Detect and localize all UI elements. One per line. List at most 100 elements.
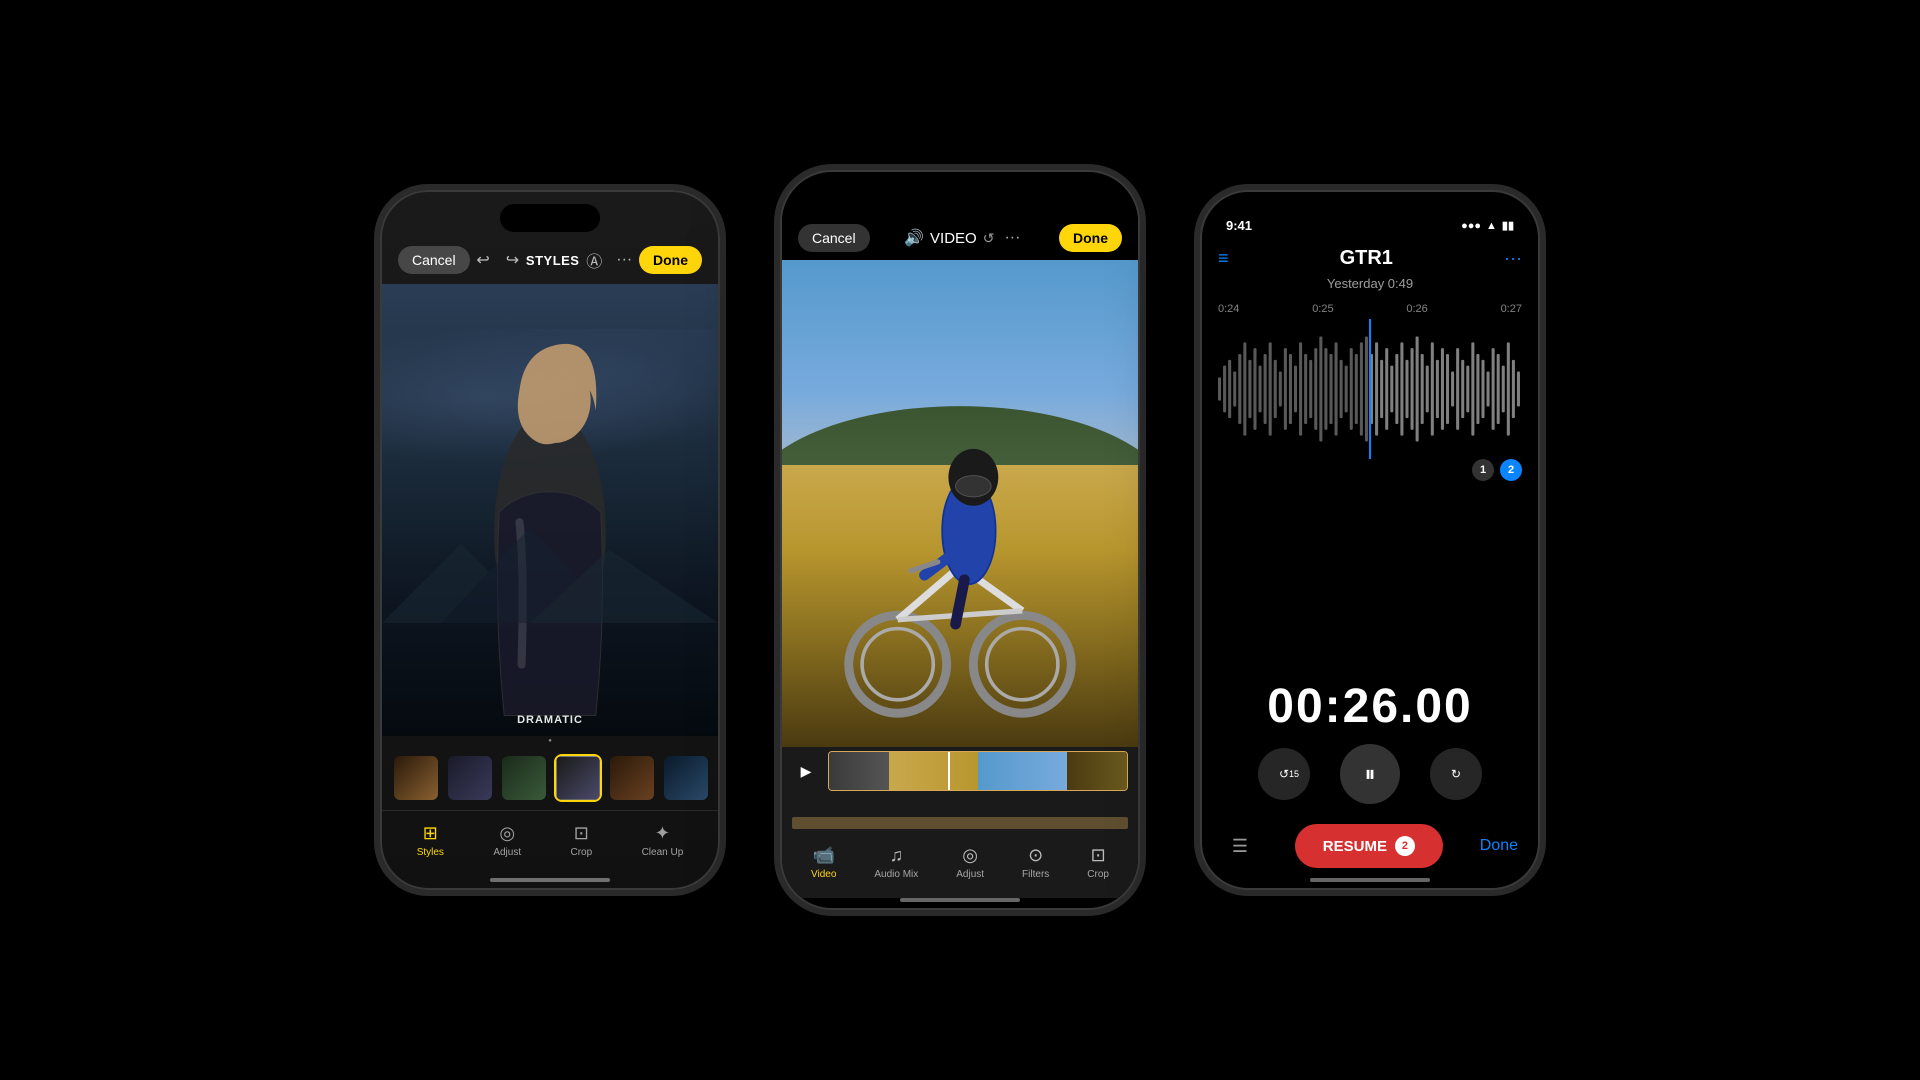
filter-thumb-6[interactable]	[662, 754, 710, 802]
dynamic-island-3	[1320, 204, 1420, 232]
toolbar-adjust-2[interactable]: ◎ Adjust	[948, 841, 992, 884]
timeline-t2: 0:25	[1312, 303, 1333, 315]
wifi-icon: ▲	[1486, 220, 1497, 232]
phone-styles: Cancel ↩ ↪ STYLES Ⓐ ··· Done	[380, 190, 720, 890]
timeline-t3: 0:26	[1406, 303, 1427, 315]
adjust-toolbar-label: Adjust	[493, 847, 521, 858]
transcript-icon[interactable]: ☰	[1222, 828, 1258, 864]
more-options-btn-3[interactable]: ···	[1504, 248, 1522, 269]
undo-button[interactable]: ↩	[472, 246, 493, 274]
home-indicator-2	[900, 898, 1020, 902]
marker-2[interactable]: 2	[1500, 459, 1522, 481]
play-button[interactable]: ▶	[792, 757, 820, 785]
skip-back-button[interactable]: ↺15	[1258, 748, 1310, 800]
cleanup-icon: ✦	[655, 823, 670, 844]
phone1-top-bar: Cancel ↩ ↪ STYLES Ⓐ ··· Done	[382, 236, 718, 284]
scrubber-container[interactable]: document.write('');	[782, 795, 1138, 833]
filter-thumb-3[interactable]	[500, 754, 548, 802]
phone2-top-bar: Cancel 🔊 VIDEO ↺ ··· Done	[782, 216, 1138, 260]
toolbar-crop-2[interactable]: ⊡ Crop	[1079, 841, 1117, 884]
video-toolbar-label: Video	[811, 869, 836, 880]
pause-icon: ⏸	[1364, 761, 1375, 787]
styles-icon: ⊞	[423, 823, 438, 844]
toolbar-cleanup[interactable]: ✦ Clean Up	[634, 819, 692, 862]
crop-toolbar-label-2: Crop	[1087, 869, 1109, 880]
recording-title: GTR1	[1229, 247, 1505, 270]
filters-icon: ⊙	[1028, 845, 1043, 866]
recorder-content: ≡ GTR1 ··· Yesterday 0:49 0:24 0:25 0:26…	[1202, 237, 1538, 878]
filters-toolbar-label: Filters	[1022, 869, 1049, 880]
battery-icon: ▮▮	[1502, 219, 1514, 232]
carousel-indicator: ●	[382, 736, 718, 746]
waveform-timeline-labels: 0:24 0:25 0:26 0:27	[1218, 303, 1522, 315]
adjust-toolbar-label-2: Adjust	[956, 869, 984, 880]
timeline-t4: 0:27	[1501, 303, 1522, 315]
done-button-3[interactable]: Done	[1480, 837, 1518, 855]
pause-button[interactable]: ⏸	[1340, 744, 1400, 804]
resume-badge: 2	[1395, 836, 1415, 856]
bottom-actions: ☰ RESUME 2 Done	[1218, 824, 1522, 868]
filter-thumb-5[interactable]	[608, 754, 656, 802]
crop-icon: ⊡	[574, 823, 589, 844]
more-options-btn-1[interactable]: ···	[612, 244, 636, 276]
mountains	[382, 510, 718, 623]
edit-icon-btn[interactable]: Ⓐ	[582, 244, 606, 276]
cancel-button-1[interactable]: Cancel	[398, 246, 470, 274]
motorcycle-rider	[827, 357, 1094, 722]
recording-header: ≡ GTR1 ···	[1218, 247, 1522, 270]
audio-mix-toolbar-label: Audio Mix	[874, 869, 918, 880]
phone-video: Cancel 🔊 VIDEO ↺ ··· Done	[780, 170, 1140, 910]
filter-thumb-4-selected[interactable]	[554, 754, 602, 802]
toolbar-audio-mix[interactable]: ♫ Audio Mix	[866, 841, 926, 884]
adjust-icon: ◎	[499, 823, 515, 844]
toolbar-filters[interactable]: ⊙ Filters	[1014, 841, 1057, 884]
phones-container: Cancel ↩ ↪ STYLES Ⓐ ··· Done	[0, 0, 1920, 1080]
recording-meta: Yesterday 0:49	[1218, 276, 1522, 291]
marker-1[interactable]: 1	[1472, 459, 1494, 481]
toolbar-styles[interactable]: ⊞ Styles	[409, 819, 452, 862]
done-button-1[interactable]: Done	[639, 246, 702, 274]
filter-carousel[interactable]	[382, 746, 718, 810]
skip-forward-button[interactable]: ↻	[1430, 748, 1482, 800]
filter-thumb-1[interactable]	[392, 754, 440, 802]
waveform-canvas	[1218, 319, 1522, 459]
cleanup-toolbar-label: Clean Up	[642, 847, 684, 858]
home-indicator-1	[490, 878, 610, 882]
playhead	[948, 752, 950, 790]
equalizer-icon[interactable]: ≡	[1218, 248, 1229, 269]
resume-label: RESUME	[1323, 838, 1387, 855]
adjust-icon-2: ◎	[962, 845, 978, 866]
phone-recorder: 9:41 ●●● ▲ ▮▮ ≡ GTR1 ··· Yesterday 0:49	[1200, 190, 1540, 890]
signal-icon: ●●●	[1461, 220, 1481, 232]
dynamic-island-1	[500, 204, 600, 232]
resume-button[interactable]: RESUME 2	[1295, 824, 1443, 868]
redo-button[interactable]: ↪	[502, 246, 523, 274]
playback-controls: ↺15 ⏸ ↻	[1218, 744, 1522, 804]
cancel-button-2[interactable]: Cancel	[798, 224, 870, 252]
audio-mix-icon: ♫	[890, 845, 904, 866]
skip-back-icon: ↺15	[1279, 767, 1289, 781]
toolbar-adjust[interactable]: ◎ Adjust	[485, 819, 529, 862]
skip-forward-icon: ↻	[1451, 767, 1461, 781]
home-indicator-3	[1310, 878, 1430, 882]
waveform-svg	[1218, 319, 1522, 459]
toolbar-crop[interactable]: ⊡ Crop	[563, 819, 601, 862]
more-options-btn-2[interactable]: ···	[1000, 225, 1024, 251]
waveform-container[interactable]: 0:24 0:25 0:26 0:27	[1218, 303, 1522, 659]
done-button-2[interactable]: Done	[1059, 224, 1122, 252]
toolbar-video[interactable]: 📹 Video	[803, 841, 844, 884]
timeline-t1: 0:24	[1218, 303, 1239, 315]
time-display-status: 9:41	[1226, 218, 1252, 233]
styles-toolbar-label: Styles	[417, 847, 444, 858]
crop-toolbar-label: Crop	[571, 847, 593, 858]
video-preview	[782, 260, 1138, 747]
transcript-symbol: ☰	[1232, 836, 1248, 857]
photo-editing-area: DRAMATIC	[382, 284, 718, 736]
video-title: VIDEO	[930, 230, 977, 247]
phone1-bottom-toolbar: ⊞ Styles ◎ Adjust ⊡ Crop ✦ Clean Up	[382, 810, 718, 878]
filter-thumb-7[interactable]	[716, 754, 718, 802]
marker-dots: 1 2	[1218, 459, 1522, 481]
filter-thumb-2[interactable]	[446, 754, 494, 802]
timeline-strip[interactable]	[828, 751, 1128, 791]
crop-icon-2: ⊡	[1091, 845, 1106, 866]
